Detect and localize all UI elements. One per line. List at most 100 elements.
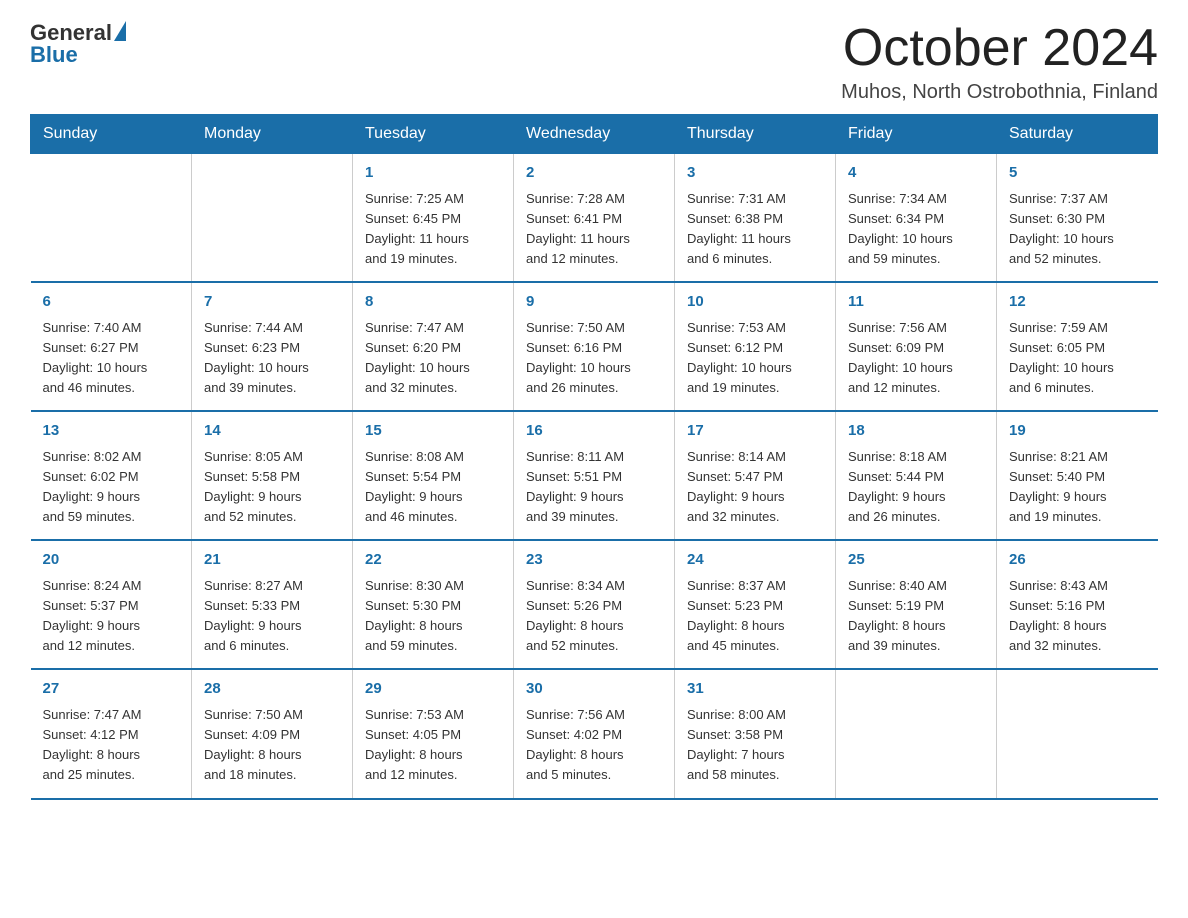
calendar-cell: 18 Sunrise: 8:18 AM Sunset: 5:44 PM Dayli… <box>836 411 997 540</box>
day-info: Sunrise: 7:47 AM Sunset: 4:12 PM Dayligh… <box>43 705 180 786</box>
day-number: 23 <box>526 549 662 572</box>
calendar-cell: 12 Sunrise: 7:59 AM Sunset: 6:05 PM Dayli… <box>997 282 1158 411</box>
calendar-week-row: 1 Sunrise: 7:25 AM Sunset: 6:45 PM Daylig… <box>31 154 1158 283</box>
day-info: Sunrise: 7:31 AM Sunset: 6:38 PM Dayligh… <box>687 189 823 270</box>
day-number: 7 <box>204 291 340 314</box>
day-info: Sunrise: 7:56 AM Sunset: 6:09 PM Dayligh… <box>848 318 984 399</box>
weekday-header: Sunday <box>31 115 192 154</box>
day-number: 9 <box>526 291 662 314</box>
calendar-cell <box>997 669 1158 798</box>
day-number: 3 <box>687 162 823 185</box>
calendar-cell <box>31 154 192 283</box>
day-info: Sunrise: 8:40 AM Sunset: 5:19 PM Dayligh… <box>848 576 984 657</box>
calendar-cell: 1 Sunrise: 7:25 AM Sunset: 6:45 PM Daylig… <box>353 154 514 283</box>
day-number: 24 <box>687 549 823 572</box>
day-number: 28 <box>204 678 340 701</box>
calendar-cell: 9 Sunrise: 7:50 AM Sunset: 6:16 PM Daylig… <box>514 282 675 411</box>
calendar-cell: 5Sunrise: 7:37 AM Sunset: 6:30 PM Daylig… <box>997 154 1158 283</box>
calendar-cell: 2 Sunrise: 7:28 AM Sunset: 6:41 PM Daylig… <box>514 154 675 283</box>
calendar-week-row: 20 Sunrise: 8:24 AM Sunset: 5:37 PM Dayli… <box>31 540 1158 669</box>
calendar-cell: 14 Sunrise: 8:05 AM Sunset: 5:58 PM Dayli… <box>192 411 353 540</box>
day-number: 29 <box>365 678 501 701</box>
day-number: 12 <box>1009 291 1146 314</box>
day-number: 11 <box>848 291 984 314</box>
day-info: Sunrise: 8:21 AM Sunset: 5:40 PM Dayligh… <box>1009 447 1146 528</box>
weekday-header: Friday <box>836 115 997 154</box>
day-number: 13 <box>43 420 180 443</box>
weekday-header: Monday <box>192 115 353 154</box>
day-number: 25 <box>848 549 984 572</box>
logo-blue-text: Blue <box>30 42 78 68</box>
day-info: Sunrise: 7:56 AM Sunset: 4:02 PM Dayligh… <box>526 705 662 786</box>
calendar-cell <box>192 154 353 283</box>
day-info: Sunrise: 7:28 AM Sunset: 6:41 PM Dayligh… <box>526 189 662 270</box>
calendar-cell: 26 Sunrise: 8:43 AM Sunset: 5:16 PM Dayli… <box>997 540 1158 669</box>
logo: General Blue <box>30 20 126 68</box>
calendar-cell: 30Sunrise: 7:56 AM Sunset: 4:02 PM Dayli… <box>514 669 675 798</box>
calendar-cell: 29 Sunrise: 7:53 AM Sunset: 4:05 PM Dayli… <box>353 669 514 798</box>
calendar-cell: 16 Sunrise: 8:11 AM Sunset: 5:51 PM Dayli… <box>514 411 675 540</box>
day-number: 15 <box>365 420 501 443</box>
day-number: 1 <box>365 162 501 185</box>
calendar-cell: 11 Sunrise: 7:56 AM Sunset: 6:09 PM Dayli… <box>836 282 997 411</box>
calendar-cell: 31Sunrise: 8:00 AM Sunset: 3:58 PM Dayli… <box>675 669 836 798</box>
day-info: Sunrise: 8:24 AM Sunset: 5:37 PM Dayligh… <box>43 576 180 657</box>
day-number: 19 <box>1009 420 1146 443</box>
day-info: Sunrise: 7:59 AM Sunset: 6:05 PM Dayligh… <box>1009 318 1146 399</box>
calendar-cell: 27 Sunrise: 7:47 AM Sunset: 4:12 PM Dayli… <box>31 669 192 798</box>
calendar-cell <box>836 669 997 798</box>
calendar-cell: 19 Sunrise: 8:21 AM Sunset: 5:40 PM Dayli… <box>997 411 1158 540</box>
day-info: Sunrise: 8:11 AM Sunset: 5:51 PM Dayligh… <box>526 447 662 528</box>
calendar-cell: 17Sunrise: 8:14 AM Sunset: 5:47 PM Dayli… <box>675 411 836 540</box>
day-number: 22 <box>365 549 501 572</box>
day-number: 4 <box>848 162 984 185</box>
page-header: General Blue October 2024 Muhos, North O… <box>30 20 1158 104</box>
day-info: Sunrise: 7:50 AM Sunset: 6:16 PM Dayligh… <box>526 318 662 399</box>
calendar-cell: 4 Sunrise: 7:34 AM Sunset: 6:34 PM Daylig… <box>836 154 997 283</box>
calendar-cell: 8Sunrise: 7:47 AM Sunset: 6:20 PM Daylig… <box>353 282 514 411</box>
day-info: Sunrise: 8:43 AM Sunset: 5:16 PM Dayligh… <box>1009 576 1146 657</box>
day-number: 14 <box>204 420 340 443</box>
calendar-cell: 10Sunrise: 7:53 AM Sunset: 6:12 PM Dayli… <box>675 282 836 411</box>
day-info: Sunrise: 8:05 AM Sunset: 5:58 PM Dayligh… <box>204 447 340 528</box>
day-number: 6 <box>43 291 180 314</box>
calendar-cell: 3 Sunrise: 7:31 AM Sunset: 6:38 PM Daylig… <box>675 154 836 283</box>
day-info: Sunrise: 7:34 AM Sunset: 6:34 PM Dayligh… <box>848 189 984 270</box>
day-number: 26 <box>1009 549 1146 572</box>
day-number: 2 <box>526 162 662 185</box>
day-info: Sunrise: 7:40 AM Sunset: 6:27 PM Dayligh… <box>43 318 180 399</box>
title-section: October 2024 Muhos, North Ostrobothnia, … <box>841 20 1158 104</box>
day-number: 16 <box>526 420 662 443</box>
calendar-cell: 25 Sunrise: 8:40 AM Sunset: 5:19 PM Dayli… <box>836 540 997 669</box>
weekday-header: Saturday <box>997 115 1158 154</box>
calendar-week-row: 27 Sunrise: 7:47 AM Sunset: 4:12 PM Dayli… <box>31 669 1158 798</box>
calendar-cell: 24Sunrise: 8:37 AM Sunset: 5:23 PM Dayli… <box>675 540 836 669</box>
day-number: 5 <box>1009 162 1146 185</box>
calendar-cell: 28 Sunrise: 7:50 AM Sunset: 4:09 PM Dayli… <box>192 669 353 798</box>
weekday-header: Wednesday <box>514 115 675 154</box>
calendar-cell: 22 Sunrise: 8:30 AM Sunset: 5:30 PM Dayli… <box>353 540 514 669</box>
location-text: Muhos, North Ostrobothnia, Finland <box>841 81 1158 104</box>
day-info: Sunrise: 7:25 AM Sunset: 6:45 PM Dayligh… <box>365 189 501 270</box>
calendar-cell: 13Sunrise: 8:02 AM Sunset: 6:02 PM Dayli… <box>31 411 192 540</box>
day-info: Sunrise: 8:14 AM Sunset: 5:47 PM Dayligh… <box>687 447 823 528</box>
day-info: Sunrise: 7:47 AM Sunset: 6:20 PM Dayligh… <box>365 318 501 399</box>
day-info: Sunrise: 8:27 AM Sunset: 5:33 PM Dayligh… <box>204 576 340 657</box>
day-info: Sunrise: 7:53 AM Sunset: 4:05 PM Dayligh… <box>365 705 501 786</box>
day-number: 27 <box>43 678 180 701</box>
day-info: Sunrise: 8:30 AM Sunset: 5:30 PM Dayligh… <box>365 576 501 657</box>
day-number: 18 <box>848 420 984 443</box>
calendar-header-row: SundayMondayTuesdayWednesdayThursdayFrid… <box>31 115 1158 154</box>
calendar-cell: 6 Sunrise: 7:40 AM Sunset: 6:27 PM Daylig… <box>31 282 192 411</box>
day-info: Sunrise: 7:50 AM Sunset: 4:09 PM Dayligh… <box>204 705 340 786</box>
calendar-week-row: 13Sunrise: 8:02 AM Sunset: 6:02 PM Dayli… <box>31 411 1158 540</box>
calendar-cell: 20 Sunrise: 8:24 AM Sunset: 5:37 PM Dayli… <box>31 540 192 669</box>
calendar-table: SundayMondayTuesdayWednesdayThursdayFrid… <box>30 114 1158 799</box>
day-number: 20 <box>43 549 180 572</box>
day-number: 21 <box>204 549 340 572</box>
day-info: Sunrise: 8:00 AM Sunset: 3:58 PM Dayligh… <box>687 705 823 786</box>
day-info: Sunrise: 8:18 AM Sunset: 5:44 PM Dayligh… <box>848 447 984 528</box>
month-title: October 2024 <box>841 20 1158 77</box>
calendar-cell: 15Sunrise: 8:08 AM Sunset: 5:54 PM Dayli… <box>353 411 514 540</box>
day-info: Sunrise: 7:53 AM Sunset: 6:12 PM Dayligh… <box>687 318 823 399</box>
